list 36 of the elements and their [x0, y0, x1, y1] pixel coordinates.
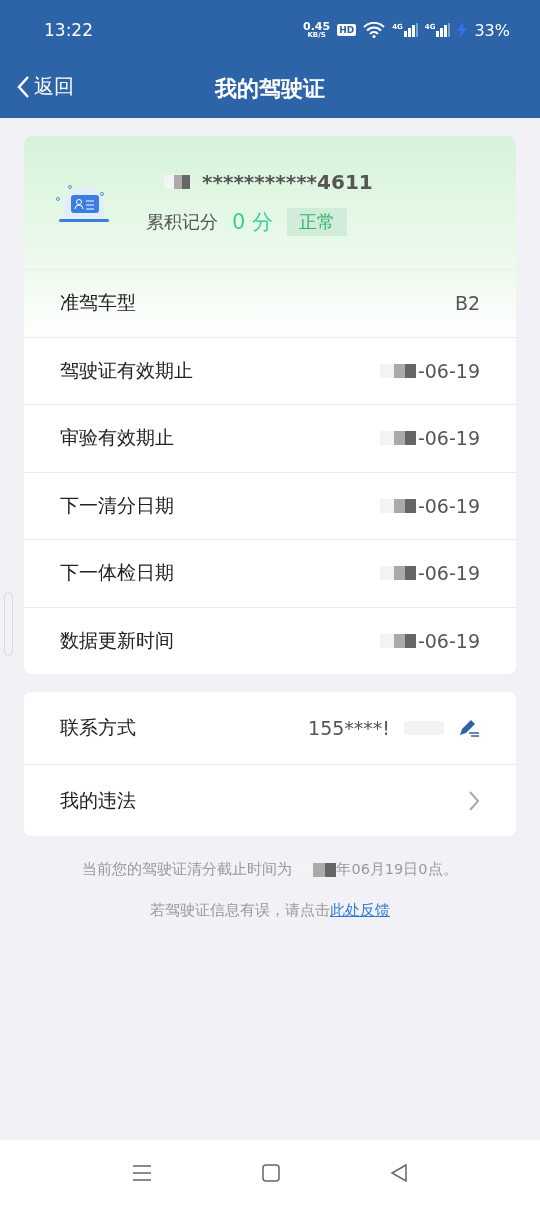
points-value: 0 分 — [232, 208, 274, 236]
wifi-icon — [363, 22, 386, 38]
edit-icon — [458, 718, 480, 738]
detail-label: 准驾车型 — [60, 290, 136, 316]
net-speed: 0.45 — [303, 21, 331, 32]
detail-value: B2 — [454, 292, 480, 315]
detail-value: -06-19 — [417, 359, 480, 382]
status-tag: 正常 — [287, 207, 348, 236]
menu-icon[interactable] — [132, 1164, 152, 1182]
detail-value: -06-19 — [417, 427, 480, 450]
feedback-link[interactable]: 此处反馈 — [330, 901, 390, 920]
back-icon — [16, 74, 30, 99]
detail-label: 审验有效期止 — [60, 425, 174, 451]
back-button[interactable]: 返回 — [16, 73, 74, 100]
detail-label: 数据更新时间 — [60, 627, 174, 653]
battery-percent: 33% — [474, 20, 510, 40]
note-text: 当前您的驾驶证清分截止时间为 — [82, 860, 293, 879]
page-title: 我的驾驶证 — [215, 75, 325, 103]
hd-badge: HD — [337, 24, 357, 36]
detail-label: 下一清分日期 — [60, 492, 174, 518]
home-icon[interactable] — [262, 1164, 280, 1182]
license-number: ***********4611 — [202, 169, 373, 194]
detail-value: -06-19 — [417, 629, 480, 652]
detail-value: -06-19 — [417, 494, 480, 517]
detail-value: -06-19 — [417, 562, 480, 585]
note-text: 年06月19日0点。 — [336, 860, 458, 879]
status-time: 13:22 — [44, 20, 93, 40]
detail-label: 下一体检日期 — [60, 560, 174, 586]
chevron-right-icon — [468, 789, 480, 812]
redaction-block — [164, 174, 190, 189]
points-label: 累积记分 — [146, 209, 218, 234]
back-nav-icon[interactable] — [390, 1164, 408, 1182]
detail-label: 驾驶证有效期止 — [60, 357, 193, 383]
note-text: 若驾驶证信息有误，请点击 — [150, 901, 330, 920]
signal-icon — [403, 23, 418, 37]
signal-icon — [436, 23, 451, 37]
